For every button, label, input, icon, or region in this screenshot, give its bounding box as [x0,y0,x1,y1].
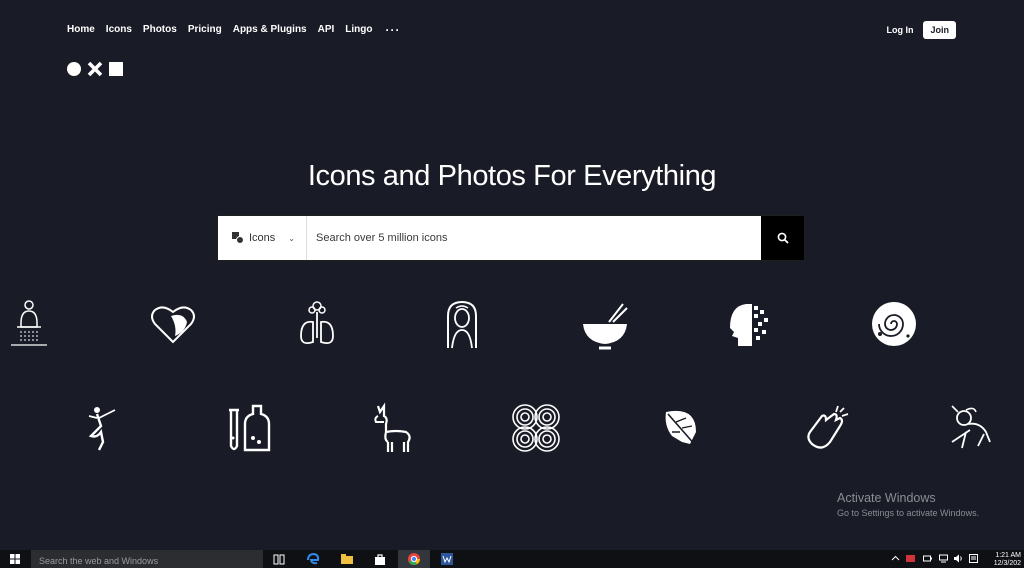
clock-date: 12/3/202 [993,560,1021,567]
top-nav: Home Icons Photos Pricing Apps & Plugins… [67,22,412,38]
join-button[interactable]: Join [923,21,956,39]
monstera-leaf-icon[interactable] [656,402,708,454]
bowl-chopsticks-icon[interactable] [579,300,631,352]
nav-home[interactable]: Home [67,22,95,38]
icons-type-icon [232,232,244,244]
watermark-subtitle: Go to Settings to activate Windows. [837,508,980,518]
edge-browser-icon[interactable] [306,552,320,566]
chevron-up-icon[interactable] [891,554,900,563]
windows-taskbar: Search the web and Windows 1:21 AM 12/3/… [0,550,1024,568]
search-input[interactable] [307,216,761,260]
auth-links: Log In Join [886,21,956,39]
logo-circle-icon [67,62,81,76]
file-explorer-icon[interactable] [340,552,354,566]
taskbar-clock[interactable]: 1:21 AM 12/3/202 [994,552,1021,568]
running-animal-icon[interactable] [944,402,996,454]
meditation-icon[interactable] [3,297,55,349]
volume-icon[interactable] [954,554,963,563]
chrome-taskbar-slot[interactable] [398,550,430,568]
brain-swirl-icon[interactable] [868,298,920,350]
chrome-icon [408,553,420,566]
dancer-icon[interactable] [75,402,127,454]
search-icon [777,232,789,244]
store-icon[interactable] [373,552,387,566]
heart-face-icon[interactable] [147,298,199,350]
nav-pricing[interactable]: Pricing [188,22,222,38]
nav-photos[interactable]: Photos [143,22,177,38]
nav-apps-plugins[interactable]: Apps & Plugins [233,22,307,38]
search-button[interactable] [761,216,804,260]
llama-icon[interactable] [366,402,418,454]
logo-square-icon [109,62,123,76]
antivirus-icon[interactable] [906,554,915,563]
search-type-label: Icons [249,232,276,244]
taskbar-search-box[interactable]: Search the web and Windows [31,550,263,568]
network-icon[interactable] [939,554,948,563]
activate-windows-watermark: Activate Windows Go to Settings to activ… [837,491,979,518]
lungs-flower-icon[interactable] [291,298,343,350]
woman-portrait-icon[interactable] [436,298,488,350]
clock-time: 1:21 AM [995,552,1021,559]
nav-icons[interactable]: Icons [106,22,132,38]
noun-project-logo[interactable] [67,61,123,77]
task-view-icon[interactable] [272,552,286,566]
windows-start-icon[interactable] [10,554,20,564]
page-title: Icons and Photos For Everything [307,160,717,192]
concentric-pattern-icon[interactable] [510,402,562,454]
test-tubes-icon[interactable] [221,402,273,454]
logo-x-icon [87,61,103,77]
clapping-hands-icon[interactable] [800,402,852,454]
nav-api[interactable]: API [318,22,335,38]
chevron-down-icon: ⌄ [288,233,295,243]
search-type-dropdown[interactable]: Icons ⌄ [218,216,307,260]
pixel-head-icon[interactable] [722,298,774,350]
watermark-title: Activate Windows [837,491,936,505]
more-menu-button[interactable]: ··· [386,22,401,38]
login-link[interactable]: Log In [886,25,913,35]
nav-lingo[interactable]: Lingo [345,22,372,38]
word-icon[interactable] [440,552,454,566]
notification-icon[interactable] [969,554,978,563]
search-bar: Icons ⌄ [217,215,805,261]
battery-icon[interactable] [923,554,932,563]
